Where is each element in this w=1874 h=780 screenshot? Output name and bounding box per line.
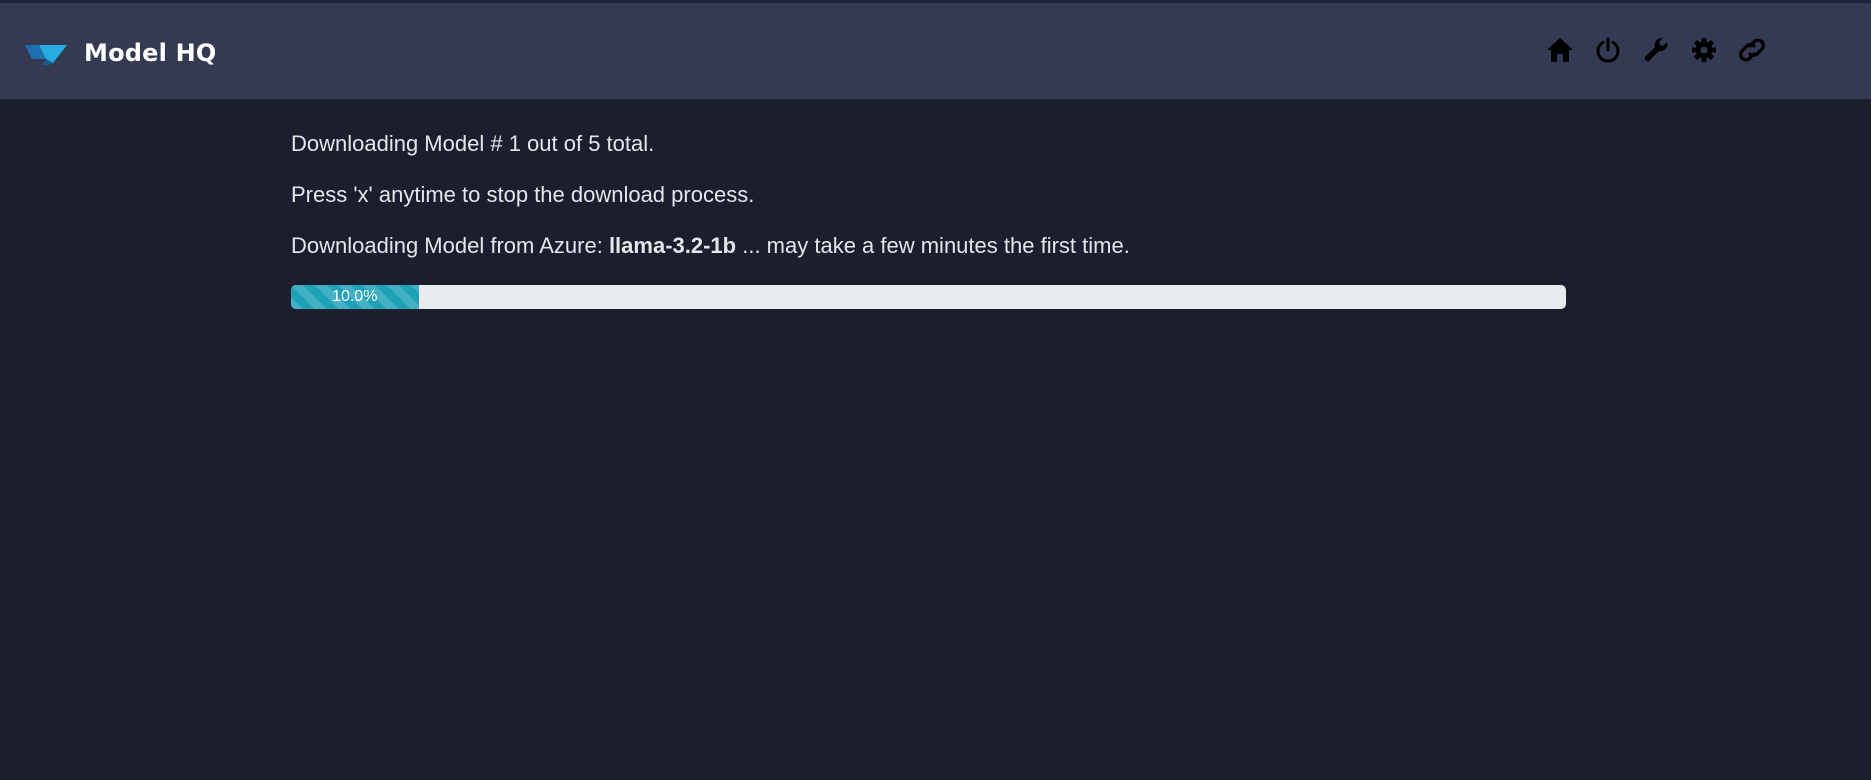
- wrench-icon[interactable]: [1641, 35, 1671, 65]
- download-panel: Downloading Model # 1 out of 5 total. Pr…: [291, 131, 1566, 309]
- download-source-suffix: ... may take a few minutes the first tim…: [736, 233, 1130, 258]
- model-hq-logo: [25, 45, 67, 65]
- home-icon[interactable]: [1545, 35, 1575, 65]
- nav-icon-bar: [1545, 33, 1785, 67]
- brand[interactable]: Model HQ: [25, 33, 217, 73]
- progress-bar-fill: 10.0%: [291, 285, 419, 309]
- model-name: llama-3.2-1b: [608, 233, 737, 258]
- navbar: Model HQ: [0, 3, 1871, 99]
- download-source-text: Downloading Model from Azure: llama-3.2-…: [291, 233, 1566, 259]
- download-progress: 10.0%: [291, 285, 1566, 309]
- download-source-prefix: Downloading Model from Azure:: [291, 233, 609, 258]
- power-icon[interactable]: [1593, 35, 1623, 65]
- stop-hint-text: Press 'x' anytime to stop the download p…: [291, 182, 755, 207]
- download-status-text: Downloading Model # 1 out of 5 total.: [291, 131, 655, 156]
- app-title: Model HQ: [84, 39, 217, 67]
- gear-icon[interactable]: [1689, 35, 1719, 65]
- app-window: Model HQ Downloading Model # 1 out of 5 …: [0, 0, 1871, 780]
- link-icon[interactable]: [1737, 35, 1767, 65]
- progress-label: 10.0%: [332, 288, 378, 305]
